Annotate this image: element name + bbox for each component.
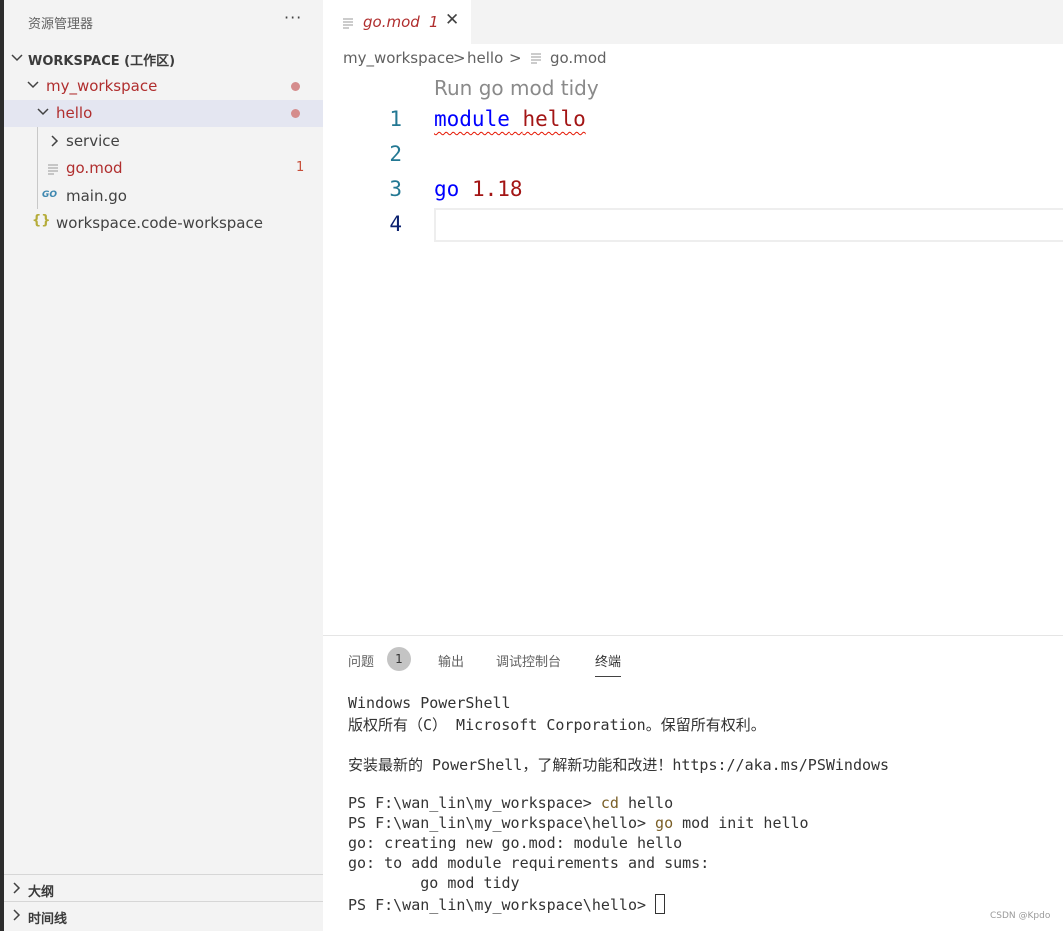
more-actions-icon[interactable]: ··· xyxy=(284,8,302,27)
current-line-highlight xyxy=(434,208,1063,242)
tab-problems[interactable]: 问题 xyxy=(348,651,374,670)
tree-item-main-go[interactable]: GO main.go xyxy=(4,183,323,210)
line-number: 3 xyxy=(389,177,402,201)
tree-item-go-mod[interactable]: go.mod 1 xyxy=(4,155,323,182)
tab-problem-count: 1 xyxy=(429,13,439,31)
tree-item-label: workspace.code-workspace xyxy=(56,214,263,232)
keyword-module: module xyxy=(434,107,510,131)
terminal-prompt: PS F:\wan_lin\my_workspace\hello> xyxy=(348,896,656,914)
keyword-go: go xyxy=(434,177,460,201)
chevron-right-icon xyxy=(10,875,24,902)
terminal-line: Windows PowerShell xyxy=(348,694,511,712)
tab-debug-console[interactable]: 调试控制台 xyxy=(496,651,561,670)
json-braces-icon: {} xyxy=(32,213,51,228)
tree-item-service[interactable]: service xyxy=(4,128,323,155)
codelens-run-go-mod-tidy[interactable]: Run go mod tidy xyxy=(434,76,599,100)
tab-terminal[interactable]: 终端 xyxy=(595,651,622,677)
problems-count-badge: 1 xyxy=(387,647,411,671)
file-lines-icon xyxy=(531,51,541,69)
tree-item-hello[interactable]: hello xyxy=(4,100,323,127)
watermark: CSDN @Kpdo xyxy=(990,911,1051,921)
go-version: 1.18 xyxy=(471,177,523,201)
terminal-cursor xyxy=(655,894,666,914)
chevron-right-icon xyxy=(48,128,62,155)
timeline-label: 时间线 xyxy=(28,912,68,927)
chevron-down-icon xyxy=(26,73,40,100)
tree-item-label: my_workspace xyxy=(46,77,158,95)
chevron-down-icon xyxy=(10,46,24,73)
terminal-command: go xyxy=(655,814,674,832)
go-file-icon: GO xyxy=(42,190,58,200)
modified-dot-icon xyxy=(291,109,300,118)
code-line-3[interactable]: go 1.18 xyxy=(434,177,523,201)
breadcrumb-item-hello[interactable]: hello xyxy=(467,49,503,67)
terminal-line: go mod tidy xyxy=(348,874,520,892)
modified-dot-icon xyxy=(291,82,300,91)
explorer-sidebar: 资源管理器 ··· WORKSPACE (工作区) my_workspace h… xyxy=(4,0,323,931)
terminal-line: go: creating new go.mod: module hello xyxy=(348,834,683,852)
timeline-section-header[interactable]: 时间线 xyxy=(4,901,323,928)
terminal-line: go: to add module requirements and sums: xyxy=(348,854,710,872)
tree-item-label: service xyxy=(66,132,120,150)
line-number: 2 xyxy=(389,142,402,166)
file-lines-icon xyxy=(48,162,58,180)
terminal-command: cd xyxy=(600,794,619,812)
tree-item-label: main.go xyxy=(66,187,127,205)
tree-item-label: hello xyxy=(56,104,93,122)
breadcrumb-separator: > xyxy=(453,49,466,67)
line-number: 4 xyxy=(389,212,402,236)
file-lines-icon xyxy=(343,15,353,34)
terminal-args: mod init hello xyxy=(673,814,809,832)
line-number: 1 xyxy=(389,107,402,131)
bottom-panel: 问题 1 输出 调试控制台 终端 Windows PowerShell 版权所有… xyxy=(323,635,1063,931)
chevron-down-icon xyxy=(36,100,50,127)
tree-item-my-workspace[interactable]: my_workspace xyxy=(4,73,323,100)
terminal-line: 安装最新的 PowerShell，了解新功能和改进！https://aka.ms… xyxy=(348,756,890,774)
tab-output[interactable]: 输出 xyxy=(438,651,464,670)
outline-label: 大纲 xyxy=(28,885,55,900)
breadcrumb-item-go-mod[interactable]: go.mod xyxy=(550,49,607,67)
problem-count-badge: 1 xyxy=(296,160,305,175)
code-line-1[interactable]: module hello xyxy=(434,107,586,131)
editor-tab-bar: go.mod 1 ✕ xyxy=(323,0,1063,44)
breadcrumb-separator: > xyxy=(509,49,522,67)
terminal-args: hello xyxy=(618,794,674,812)
terminal-input-line[interactable]: PS F:\wan_lin\my_workspace\hello> xyxy=(348,894,666,914)
tab-label: go.mod xyxy=(363,13,420,31)
tab-go-mod[interactable]: go.mod 1 ✕ xyxy=(323,0,471,44)
terminal-line: PS F:\wan_lin\my_workspace\hello> go mod… xyxy=(348,814,809,832)
terminal-prompt: PS F:\wan_lin\my_workspace\hello> xyxy=(348,814,656,832)
workspace-label: WORKSPACE (工作区) xyxy=(28,54,176,69)
terminal-line: 版权所有（C） Microsoft Corporation。保留所有权利。 xyxy=(348,716,766,734)
breadcrumb-item-my-workspace[interactable]: my_workspace xyxy=(343,49,454,67)
chevron-right-icon xyxy=(10,902,24,929)
terminal-prompt: PS F:\wan_lin\my_workspace> xyxy=(348,794,601,812)
explorer-title: 资源管理器 xyxy=(28,17,94,32)
tree-item-label: go.mod xyxy=(66,159,123,177)
module-name: hello xyxy=(522,107,586,131)
outline-section-header[interactable]: 大纲 xyxy=(4,874,323,901)
close-icon[interactable]: ✕ xyxy=(445,10,459,30)
tree-item-workspace-file[interactable]: {} workspace.code-workspace xyxy=(4,210,323,237)
workspace-section-header[interactable]: WORKSPACE (工作区) xyxy=(4,46,323,70)
terminal-line: PS F:\wan_lin\my_workspace> cd hello xyxy=(348,794,673,812)
